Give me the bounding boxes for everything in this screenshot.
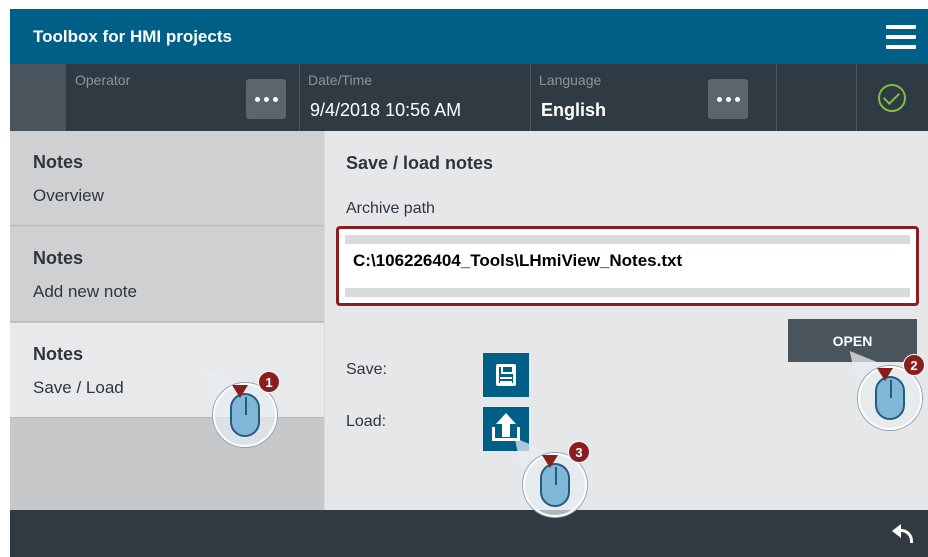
- hamburger-menu-icon[interactable]: [884, 23, 918, 51]
- sidebar-item-title: Notes: [33, 152, 84, 172]
- archive-path-input[interactable]: [353, 251, 893, 271]
- archive-path-label: Archive path: [346, 200, 435, 217]
- operator-label: Operator: [75, 72, 131, 88]
- sidebar-item-label: Save / Load: [33, 378, 124, 397]
- sidebar-item-add-new-note[interactable]: Notes Add new note: [10, 227, 324, 322]
- annotation-callout-3: 3: [502, 427, 590, 523]
- language-more-button[interactable]: [708, 79, 748, 119]
- divider: [776, 64, 777, 131]
- pointer-arrow-icon: [232, 385, 248, 398]
- step-number-badge: 3: [568, 441, 590, 463]
- sidebar-item-label: Add new note: [33, 282, 137, 301]
- sidebar-item-label: Overview: [33, 186, 104, 205]
- datetime-label: Date/Time: [308, 72, 373, 88]
- app-title: Toolbox for HMI projects: [33, 27, 232, 46]
- sidebar-item-title: Notes: [33, 344, 84, 364]
- step-number-badge: 1: [258, 371, 280, 393]
- pointer-arrow-icon: [542, 455, 558, 468]
- sidebar: Notes Overview Notes Add new note Notes …: [10, 131, 324, 510]
- save-button[interactable]: [483, 353, 529, 397]
- annotation-callout-1: 1: [192, 357, 280, 453]
- floppy-disk-icon: [496, 364, 516, 386]
- mouse-icon: [540, 463, 570, 507]
- operator-field: Operator: [67, 64, 299, 131]
- back-arrow-icon[interactable]: [892, 524, 914, 543]
- load-label: Load:: [346, 413, 387, 430]
- annotation-callout-2: 2: [837, 340, 925, 436]
- operator-more-button[interactable]: [246, 79, 286, 119]
- divider: [856, 64, 857, 131]
- title-bar: Toolbox for HMI projects: [10, 9, 928, 64]
- page-title: Save / load notes: [346, 153, 494, 173]
- sidebar-item-title: Notes: [33, 248, 84, 268]
- step-number-badge: 2: [903, 354, 925, 376]
- language-field: Language English: [531, 64, 776, 131]
- check-circle-icon: [878, 84, 906, 112]
- mouse-icon: [230, 393, 260, 437]
- save-label: Save:: [346, 361, 387, 378]
- language-label: Language: [539, 72, 602, 88]
- mouse-icon: [875, 376, 905, 420]
- datetime-field: Date/Time 9/4/2018 10:56 AM: [300, 64, 530, 131]
- archive-path-highlight: [336, 226, 919, 306]
- hmi-device-screen: Toolbox for HMI projects Operator Date/T…: [10, 9, 928, 557]
- datetime-value: 9/4/2018 10:56 AM: [310, 100, 462, 120]
- language-value: English: [541, 100, 607, 120]
- status-bar: Operator Date/Time 9/4/2018 10:56 AM Lan…: [10, 64, 928, 131]
- user-icon-block: [10, 64, 66, 131]
- bottom-bar: [10, 510, 928, 557]
- main-content: Save / load notes Archive path OPEN Save…: [325, 131, 928, 510]
- sidebar-item-overview[interactable]: Notes Overview: [10, 131, 324, 226]
- pointer-arrow-icon: [877, 368, 893, 381]
